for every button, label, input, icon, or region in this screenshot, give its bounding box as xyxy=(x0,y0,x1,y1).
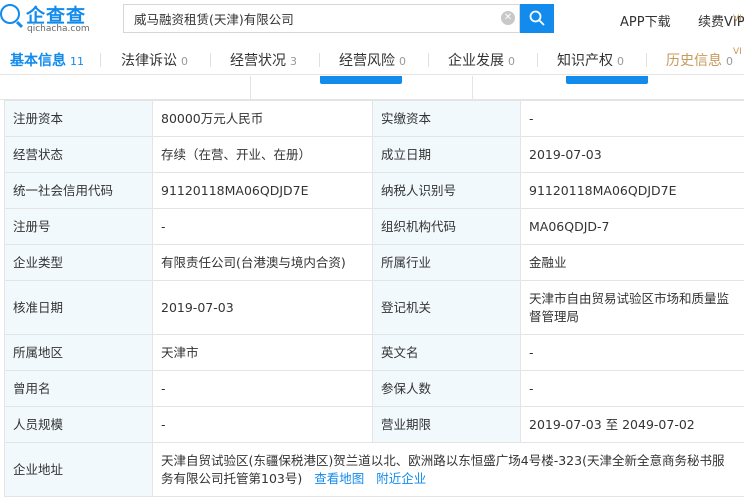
nearby-companies-link[interactable]: 附近企业 xyxy=(376,471,426,486)
field-value: 2019-07-03 至 2049-07-02 xyxy=(520,406,744,443)
field-label: 所属地区 xyxy=(4,334,153,371)
section-tabs: 基本信息 11 法律诉讼 0 经营状况 3 经营风险 0 企业发展 0 知识产权 0 历史信… xyxy=(0,41,744,75)
tab-development[interactable]: 企业发展 0 xyxy=(448,50,515,70)
vip-badge: VI xyxy=(733,14,742,24)
tab-label: 知识产权 xyxy=(557,53,613,69)
field-value: 2019-07-03 xyxy=(520,136,744,173)
search-input[interactable] xyxy=(124,5,496,32)
field-value: 91120118MA06QDJD7E xyxy=(152,172,373,209)
field-label: 统一社会信用代码 xyxy=(4,172,153,209)
field-value: - xyxy=(520,100,744,137)
field-value: MA06QDJD-7 xyxy=(520,208,744,245)
tab-divider xyxy=(537,53,538,67)
search-icon xyxy=(529,10,545,26)
field-label: 曾用名 xyxy=(4,370,153,407)
panel-divider xyxy=(472,76,473,100)
clear-icon[interactable]: ✕ xyxy=(501,11,515,25)
field-value: - xyxy=(520,334,744,371)
table-row: 人员规模 - 营业期限 2019-07-03 至 2049-07-02 xyxy=(4,406,744,443)
field-value: 2019-07-03 xyxy=(152,280,373,335)
tab-divider xyxy=(646,53,647,67)
field-label: 人员规模 xyxy=(4,406,153,443)
field-label: 组织机构代码 xyxy=(372,208,521,245)
tab-count: 0 xyxy=(508,55,515,68)
table-row: 核准日期 2019-07-03 登记机关 天津市自由贸易试验区市场和质量监督管理局 xyxy=(4,280,744,335)
table-row: 注册号 - 组织机构代码 MA06QDJD-7 xyxy=(4,208,744,245)
app-download-link[interactable]: APP下载 xyxy=(620,11,671,30)
business-info-table: 注册资本 80000万元人民币 实缴资本 - 经营状态 存续（在营、开业、在册） 成立日期 2… xyxy=(4,100,744,497)
table-row: 企业类型 有限责任公司(台港澳与境内合资) 所属行业 金融业 xyxy=(4,244,744,281)
tab-ip[interactable]: 知识产权 0 xyxy=(557,50,624,70)
search-button[interactable] xyxy=(520,4,554,33)
tab-label: 企业发展 xyxy=(448,53,504,69)
field-label: 注册号 xyxy=(4,208,153,245)
tab-label: 经营风险 xyxy=(339,53,395,69)
field-value: 80000万元人民币 xyxy=(152,100,373,137)
field-label: 注册资本 xyxy=(4,100,153,137)
field-value: 91120118MA06QDJD7E xyxy=(520,172,744,209)
tab-operation-status[interactable]: 经营状况 3 xyxy=(230,50,297,70)
field-label: 成立日期 xyxy=(372,136,521,173)
tab-divider xyxy=(319,53,320,67)
tab-label: 法律诉讼 xyxy=(121,53,177,69)
vip-corner-badge: VI xyxy=(733,47,742,57)
tab-label: 基本信息 xyxy=(10,53,66,69)
field-value: - xyxy=(520,370,744,407)
field-label: 参保人数 xyxy=(372,370,521,407)
field-value: - xyxy=(152,208,373,245)
field-value: 天津市自由贸易试验区市场和质量监督管理局 xyxy=(520,280,744,335)
field-label: 实缴资本 xyxy=(372,100,521,137)
tab-label: 经营状况 xyxy=(230,53,286,69)
panel-divider xyxy=(250,76,251,100)
table-row-address: 企业地址 天津自贸试验区(东疆保税港区)贺兰道以北、欧洲路以东恒盛广场4号楼-32… xyxy=(4,442,744,497)
tab-divider xyxy=(428,53,429,67)
field-label: 核准日期 xyxy=(4,280,153,335)
tab-divider xyxy=(100,53,101,67)
tab-legal[interactable]: 法律诉讼 0 xyxy=(121,50,188,70)
field-label: 经营状态 xyxy=(4,136,153,173)
field-label: 企业地址 xyxy=(4,442,153,497)
field-value: 有限责任公司(台港澳与境内合资) xyxy=(152,244,373,281)
logo-domain: qichacha.com xyxy=(27,24,90,34)
field-label: 英文名 xyxy=(372,334,521,371)
panel-action-button[interactable] xyxy=(566,76,648,84)
field-value: 存续（在营、开业、在册） xyxy=(152,136,373,173)
tab-divider xyxy=(210,53,211,67)
field-label: 营业期限 xyxy=(372,406,521,443)
tab-label: 历史信息 xyxy=(666,53,722,69)
magnifier-logo-icon xyxy=(0,4,20,24)
field-value: - xyxy=(152,406,373,443)
tab-count: 11 xyxy=(70,55,84,68)
tab-count: 0 xyxy=(181,55,188,68)
panel-action-button[interactable] xyxy=(320,76,402,84)
address-text: 天津自贸试验区(东疆保税港区)贺兰道以北、欧洲路以东恒盛广场4号楼-323(天津… xyxy=(161,452,725,486)
search-box: ✕ xyxy=(123,4,520,33)
qichacha-logo[interactable]: 企查查 qichacha.com xyxy=(0,3,100,35)
tab-operation-risk[interactable]: 经营风险 0 xyxy=(339,50,406,70)
table-row: 经营状态 存续（在营、开业、在册） 成立日期 2019-07-03 xyxy=(4,136,744,173)
table-row: 所属地区 天津市 英文名 - xyxy=(4,334,744,371)
tab-count: 0 xyxy=(399,55,406,68)
field-label: 企业类型 xyxy=(4,244,153,281)
tab-count: 0 xyxy=(617,55,624,68)
top-header: 企查查 qichacha.com ✕ APP下载 续费VIP VI xyxy=(0,0,744,38)
field-label: 纳税人识别号 xyxy=(372,172,521,209)
field-value: - xyxy=(152,370,373,407)
field-label: 所属行业 xyxy=(372,244,521,281)
tab-basic-info[interactable]: 基本信息 11 xyxy=(10,50,84,70)
table-row: 曾用名 - 参保人数 - xyxy=(4,370,744,407)
field-value: 天津市 xyxy=(152,334,373,371)
tab-history[interactable]: 历史信息 0 xyxy=(666,50,733,70)
address-value-cell: 天津自贸试验区(东疆保税港区)贺兰道以北、欧洲路以东恒盛广场4号楼-323(天津… xyxy=(152,442,744,497)
table-row: 统一社会信用代码 91120118MA06QDJD7E 纳税人识别号 91120118… xyxy=(4,172,744,209)
tab-count: 3 xyxy=(290,55,297,68)
tab-count: 0 xyxy=(726,55,733,68)
table-row: 注册资本 80000万元人民币 实缴资本 - xyxy=(4,100,744,137)
field-label: 登记机关 xyxy=(372,280,521,335)
view-map-link[interactable]: 查看地图 xyxy=(314,471,364,486)
field-value: 金融业 xyxy=(520,244,744,281)
